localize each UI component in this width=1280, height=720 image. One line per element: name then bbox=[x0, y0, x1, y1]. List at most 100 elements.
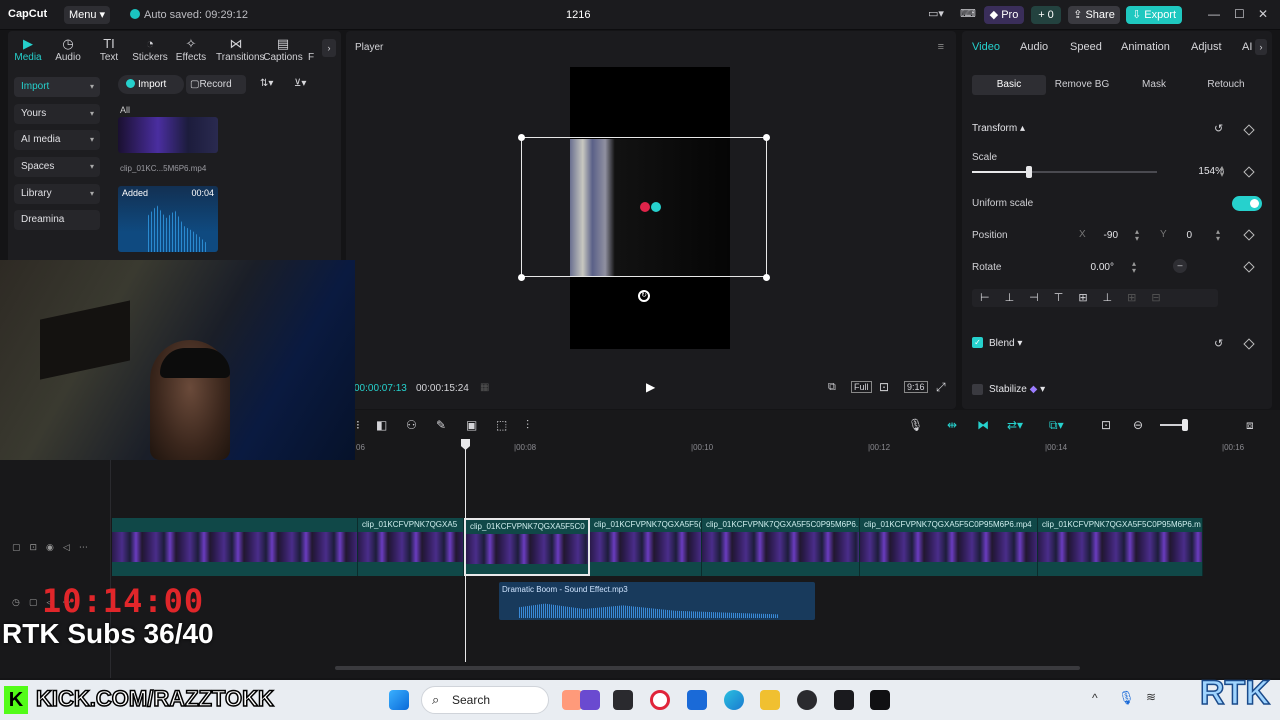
chevron-right-icon[interactable]: › bbox=[322, 39, 336, 57]
subtab-mask[interactable]: Mask bbox=[1122, 75, 1186, 95]
tab-filters[interactable]: F bbox=[304, 36, 318, 63]
pro-button[interactable]: ◆ Pro bbox=[984, 6, 1024, 24]
scale-value[interactable]: 154% bbox=[1172, 166, 1224, 177]
stepper-icon[interactable]: ▴ ▾ bbox=[1135, 228, 1139, 243]
stabilize-label[interactable]: Stabilize ◆ ▾ bbox=[989, 384, 1045, 395]
record-button[interactable]: ▢Record bbox=[186, 75, 246, 94]
windows-start-icon[interactable] bbox=[389, 690, 409, 710]
tab-speed[interactable]: Speed bbox=[1070, 41, 1102, 53]
sidebar-item-dreamina[interactable]: Dreamina bbox=[14, 210, 100, 230]
uniform-scale-toggle[interactable] bbox=[1232, 196, 1262, 211]
filter-all-label[interactable]: All bbox=[120, 105, 130, 115]
media-thumbnail[interactable] bbox=[118, 117, 218, 153]
audio-split-icon[interactable]: ⫶ bbox=[526, 418, 529, 433]
resize-handle[interactable] bbox=[518, 134, 525, 141]
link-main-icon[interactable]: ⇹ bbox=[947, 418, 957, 432]
video-clip[interactable]: clip_01KCFVPNK7QGXA5F5C0P95M6P6.mp4 bbox=[860, 518, 1038, 576]
subtab-remove-bg[interactable]: Remove BG bbox=[1050, 75, 1114, 95]
app-icon[interactable] bbox=[580, 690, 600, 710]
position-y-input[interactable]: 0 bbox=[1172, 230, 1192, 241]
magnet-icon[interactable]: ⧓ bbox=[977, 418, 989, 432]
video-clip[interactable]: clip_01KCFVPNK7QGXA5F5( bbox=[590, 518, 702, 576]
stepper-icon[interactable]: ▴ ▾ bbox=[1132, 260, 1136, 275]
subtab-retouch[interactable]: Retouch bbox=[1194, 75, 1258, 95]
chevron-up-icon[interactable]: ^ bbox=[1092, 691, 1098, 705]
rotate-handle-icon[interactable]: ↻ bbox=[638, 290, 650, 302]
video-clip-selected[interactable]: clip_01KCFVPNK7QGXA5F5C0 bbox=[464, 518, 590, 576]
blend-label[interactable]: Blend ▾ bbox=[989, 338, 1022, 349]
credits-badge[interactable]: + 0 bbox=[1031, 6, 1061, 24]
video-clip[interactable]: clip_01KCFVPNK7QGXA5F5C0P95M6P6.m bbox=[1038, 518, 1203, 576]
stepper-icon[interactable]: ▴ ▾ bbox=[1216, 228, 1220, 243]
microphone-icon[interactable]: 🎙 bbox=[1118, 690, 1135, 706]
preview-axis-icon[interactable]: ⧉▾ bbox=[1049, 418, 1064, 433]
hd-icon[interactable]: ▣ bbox=[466, 418, 477, 432]
zoom-slider-knob[interactable] bbox=[1182, 419, 1188, 431]
crop-icon[interactable]: ⧉ bbox=[828, 381, 836, 394]
blend-checkbox[interactable]: ✓ bbox=[972, 337, 983, 348]
reset-icon[interactable]: ↺ bbox=[1214, 122, 1223, 135]
full-quality-button[interactable]: Full bbox=[851, 381, 872, 393]
subtab-basic[interactable]: Basic bbox=[972, 75, 1046, 95]
file-explorer-icon[interactable] bbox=[760, 690, 780, 710]
hamburger-icon[interactable]: ≡ bbox=[938, 41, 944, 53]
import-button[interactable]: Import bbox=[118, 75, 184, 94]
tab-adjust[interactable]: Adjust bbox=[1191, 41, 1222, 53]
widgets-icon[interactable] bbox=[562, 690, 582, 710]
close-icon[interactable]: ✕ bbox=[1258, 7, 1268, 21]
keyframe-icon[interactable] bbox=[1243, 124, 1255, 136]
wifi-icon[interactable]: ≋ bbox=[1146, 690, 1156, 704]
fit-icon[interactable]: ⧈ bbox=[1246, 418, 1254, 433]
magic-wand-icon[interactable]: ✎ bbox=[436, 418, 446, 432]
position-x-input[interactable]: -90 bbox=[1092, 230, 1118, 241]
timeline-scrollbar[interactable] bbox=[335, 666, 1080, 670]
sidebar-item-library[interactable]: Library ▾ bbox=[14, 184, 100, 204]
caption-track-icon[interactable]: ⊡ bbox=[1101, 418, 1111, 432]
store-icon[interactable] bbox=[687, 690, 707, 710]
keyframe-icon[interactable] bbox=[1243, 261, 1255, 273]
video-clip[interactable]: clip_01KCFVPNK7QGXA5 bbox=[358, 518, 464, 576]
keyframe-icon[interactable] bbox=[1243, 229, 1255, 241]
media-audio-thumbnail[interactable]: Added 00:04 bbox=[118, 186, 218, 252]
tab-audio[interactable]: ◷ Audio bbox=[48, 36, 88, 63]
tab-video[interactable]: Video bbox=[972, 41, 1000, 53]
align-toolbar[interactable]: ⊢⊥⊣⊤⊞⊥⊞⊟ bbox=[972, 289, 1218, 307]
tab-media[interactable]: ▶ Media bbox=[8, 36, 48, 63]
tab-stickers[interactable]: ◔ Stickers bbox=[130, 36, 170, 63]
resize-handle[interactable] bbox=[763, 134, 770, 141]
menu-button[interactable]: Menu ▾ bbox=[64, 6, 110, 24]
zoom-out-icon[interactable]: ⊖ bbox=[1133, 418, 1143, 432]
export-button[interactable]: ⇩ Export bbox=[1126, 6, 1182, 24]
terminal-icon[interactable] bbox=[613, 690, 633, 710]
mirror-icon[interactable]: ◧ bbox=[376, 418, 387, 432]
playhead-handle[interactable] bbox=[461, 439, 470, 450]
maximize-icon[interactable]: ☐ bbox=[1234, 7, 1245, 21]
share-button[interactable]: ⇪ Share bbox=[1068, 6, 1120, 24]
sidebar-item-yours[interactable]: Yours ▾ bbox=[14, 104, 100, 124]
opera-icon[interactable] bbox=[650, 690, 670, 710]
crop-icon[interactable]: ⬚ bbox=[496, 418, 507, 432]
tab-transitions[interactable]: ⋈ Transitions bbox=[216, 36, 265, 63]
track-controls[interactable]: ▢⊡◉◁⋯ bbox=[12, 542, 97, 553]
stepper-icon[interactable]: ▴ ▾ bbox=[1220, 164, 1224, 179]
tab-audio-inspector[interactable]: Audio bbox=[1020, 41, 1048, 53]
transform-heading[interactable]: Transform ▴ bbox=[972, 123, 1025, 134]
minimize-icon[interactable]: — bbox=[1208, 7, 1220, 21]
reset-icon[interactable]: ↺ bbox=[1214, 337, 1223, 350]
filter-icon[interactable]: ⊻▾ bbox=[294, 78, 306, 89]
scale-slider[interactable] bbox=[972, 166, 1157, 178]
zoom-slider[interactable] bbox=[1160, 419, 1188, 431]
edge-icon[interactable] bbox=[724, 690, 744, 710]
aspect-ratio-button[interactable]: 9:16 bbox=[904, 381, 928, 393]
rotate-input[interactable]: 0.00° bbox=[1072, 262, 1114, 273]
video-clip[interactable] bbox=[112, 518, 358, 576]
keyframe-icon[interactable] bbox=[1243, 166, 1255, 178]
microphone-icon[interactable]: 🎙 bbox=[908, 418, 923, 432]
tab-animation[interactable]: Animation bbox=[1121, 41, 1170, 53]
screenshot-icon[interactable]: ⊡ bbox=[879, 380, 889, 394]
sort-icon[interactable]: ⇅▾ bbox=[260, 78, 273, 89]
audio-app-icon[interactable] bbox=[834, 690, 854, 710]
sidebar-item-import[interactable]: Import ▾ bbox=[14, 77, 100, 97]
taskbar-search[interactable]: ⌕ Search bbox=[421, 686, 549, 714]
tab-ai[interactable]: AI bbox=[1242, 41, 1252, 53]
